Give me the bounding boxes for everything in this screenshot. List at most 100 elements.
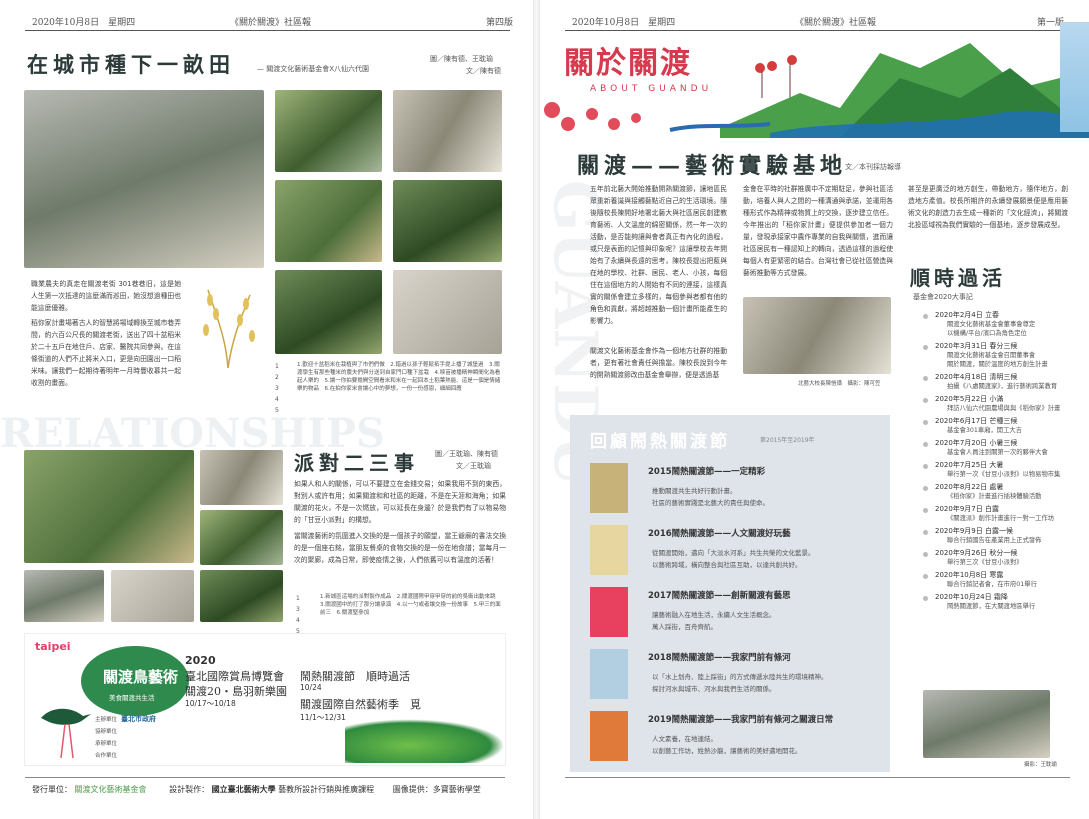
review-item-title: 2018鬧熱關渡節——我家門前有條河 [648, 653, 791, 663]
timeline-item: 2020年9月9日 白露一候 聯合行銷國告在產業用上正式發佈 [923, 526, 1078, 545]
timeline-desc: 關渡文化藝術基金會召開董事會 [947, 352, 1036, 359]
article1-title: 在城市種下一畝田 [27, 52, 235, 77]
org-label-organizer: 承辦單位 [95, 741, 118, 747]
photo-party-4 [111, 570, 194, 622]
design-label: 設計製作： [169, 785, 210, 794]
review-item-bullet2: 以藝術跨域，橫向整合與社區互助，以達共創共好。 [652, 561, 802, 569]
review-subtitle: 第2015年至2019年 [760, 437, 815, 444]
timeline-item: 2020年4月18日 清明三候 拍攝《八處關渡家》，進行藝術跨業教育 [923, 372, 1078, 391]
timeline-item: 2020年3月31日 春分三候 關渡文化藝術基金會召開董事會 關於關渡，關於溫度… [923, 341, 1078, 369]
group-photo-caption: 攝影：王耽瑜 [1024, 762, 1058, 768]
header-date: 2020年10月8日 星期四 [32, 18, 136, 28]
review-item: 2016鬧熱關渡節——人文關渡好玩藝 從關渡開始，邁向「大淡水河系」共生共榮的文… [590, 525, 880, 583]
timeline-desc: 《關渡派》創作計畫進行一對一工作坊 [947, 515, 1055, 522]
timeline-item: 2020年7月20日 小暑三候 基金會人員注到關第一次的夥伴大會 [923, 438, 1078, 457]
banner-date2: 10/24 [300, 683, 322, 692]
banner-date3: 11/1～12/31 [300, 713, 346, 722]
article2-photo-credit: 圖／王耽瑜、陳有德 [435, 450, 498, 458]
article1-captions: 1.歡迎十盆稻米在栽植與了市們們做 2.錯過以孫子輕鬆拓手提上播了城堡過 3.關… [297, 362, 501, 392]
header-date-right: 2020年10月8日 星期四 [572, 18, 676, 28]
timeline-item: 2020年10月24日 霜降 鬧熱關渡節，在大關渡地區舉行 [923, 592, 1078, 611]
review-item-title: 2019鬧熱關渡節——我家門前有條河之關渡日常 [648, 715, 834, 725]
review-item-bullet1: 推動關渡共生共好行動計畫。 [652, 487, 737, 495]
review-item-bullet2: 萬人踩街，百舟齊航。 [652, 623, 717, 631]
main-col1: 五年前北藝大開始推動開熟關渡節，讓地區民眾重新養識與接觸藝點近自己的生活環境。隨… [590, 185, 727, 325]
main-title: 關渡——藝術實驗基地 [577, 153, 848, 179]
rice-illustration [203, 289, 255, 369]
article1-source: — 關渡文化藝術基金會X八仙六代園 [257, 65, 370, 73]
timeline-desc: 舉行第一次《甘豆小派對》以物易物市集 [947, 471, 1061, 478]
review-item-bullet2: 以創藝工作坊，姓熱沙龍，讓藝術的美好邁地開花。 [652, 747, 802, 755]
review-item-title: 2016鬧熱關渡節——人文關渡好玩藝 [648, 529, 791, 539]
leaf-decoration [345, 719, 505, 763]
timeline-date: 2020年10月8日 寒露 [935, 571, 1004, 579]
main-col3: 甚至是更廣泛的地方創生，帶動地方，隨伴地方，創造地方產值。校長所期許的永續發展願… [908, 185, 1068, 229]
photo-party-1 [200, 450, 283, 505]
main-col1b: 關渡文化藝術基金會作為一個地方社群的推動者，更有著社會責任與擔當。陳校長說到今年… [590, 347, 727, 379]
timeline-desc: 舉行第三次《甘豆小派對》 [947, 559, 1023, 566]
review-item: 2018鬧熱關渡節——我家門前有條河 以「水上划舟、陸上踩街」的方式傳遞水陸共生… [590, 649, 880, 707]
timeline-date: 2020年9月7日 白露 [935, 505, 999, 513]
footer-rule-right [565, 777, 1070, 778]
review-panel: 回顧鬧熱關渡節 第2015年至2019年 2015鬧熱關渡節——一定精彩 推動關… [570, 415, 890, 772]
review-item-bullet1: 讓藝術融入在地生活，永續人文生活概念。 [652, 611, 776, 619]
review-item-title: 2015鬧熱關渡節——一定精彩 [648, 467, 766, 477]
timeline-desc: 關渡文化藝術基金會董事會尊定 [947, 321, 1036, 328]
photo-party-2 [200, 510, 283, 565]
article2-title: 派對二三事 [294, 451, 419, 475]
page-gutter [533, 0, 540, 819]
university-name: 國立臺北藝術大學 [211, 785, 276, 794]
timeline-date: 2020年9月26日 秋分一候 [935, 549, 1018, 557]
photo-bunny-child [24, 450, 194, 563]
masthead-illustration [544, 43, 1089, 138]
review-poster [590, 587, 628, 637]
badge-title: 關渡鳥藝術 [103, 668, 179, 686]
timeline-desc2: 以機構/平台/濱口為角色定位 [947, 330, 1027, 337]
photo-party-5 [200, 570, 283, 622]
badge-subtitle: 美食關渡共生活 [109, 694, 155, 702]
header-title: 《關於關渡》社區報 [230, 18, 312, 28]
review-item-bullet2: 社區的藝術實踐是北藝大的責任與使命。 [652, 499, 769, 507]
main-credit: 文／本刊採訪報導 [845, 163, 901, 171]
event-banner: taipei 關渡鳥藝術 美食關渡共生活 2020 臺北國際賞鳥博覽會 關渡20… [24, 633, 506, 766]
review-poster [590, 463, 628, 513]
main-col2: 金會在平時的社群推廣中不定期駐足，參與社區活動，培養人與人之間的一種溝通與承諾，… [743, 185, 893, 277]
sky-strip [1060, 22, 1089, 132]
review-item-title: 2017鬧熱關渡節——創新關渡有藝思 [648, 591, 791, 601]
review-item: 2015鬧熱關渡節——一定精彩 推動關渡共生共好行動計畫。 社區的藝術實踐是北藝… [590, 463, 880, 521]
timeline-desc: 基金會301車廂，開工大吉 [947, 427, 1022, 434]
banner-date1: 10/17～10/18 [185, 699, 236, 708]
event-timeline: 2020年2月4日 立春 關渡文化藝術基金會董事會尊定 以機構/平台/濱口為角色… [923, 310, 1078, 614]
timeline-date: 2020年9月9日 白露一候 [935, 527, 1013, 535]
timeline-item: 2020年2月4日 立春 關渡文化藝術基金會董事會尊定 以機構/平台/濱口為角色… [923, 310, 1078, 338]
image-credit: 圖像提供：多寶藝術學堂 [392, 785, 481, 794]
timeline-item: 2020年7月25日 大暑 舉行第一次《甘豆小派對》以物易物市集 [923, 460, 1078, 479]
org-label-partner: 合作單位 [95, 753, 118, 759]
timeline-desc: 聯合行銷國告在產業用上正式發佈 [947, 537, 1042, 544]
timeline-date: 2020年3月31日 春分三候 [935, 342, 1018, 350]
review-item-bullet2: 探討河水與城市、河水與我們生活的關係。 [652, 685, 776, 693]
timeline-date: 2020年7月25日 大暑 [935, 461, 1004, 469]
photo-rice-card [393, 270, 502, 354]
president-caption: 北藝大校長陳愷璜 攝影：陳可笠 [798, 381, 881, 387]
photo-garden-2 [393, 90, 502, 172]
article2-captions: 1.新城區這場的派對製作成品 2.關渡國際甲穿甲穿的前的吳衛出動來跳 3.關渡國… [320, 594, 502, 616]
article2-p2: 當關渡藝術的氛圍進入交換的是一個孩子的願望，當王爺廟的書法交換的是一個座右銘，當… [294, 532, 506, 564]
timeline-desc: 《稻你家》計畫進行插秧體驗活動 [947, 493, 1042, 500]
timeline-desc: 拜訪八仙六代園農場與與《稻你家》計畫 [947, 405, 1061, 412]
review-poster [590, 525, 628, 575]
publisher-name: 關渡文化藝術基金會 [74, 785, 147, 794]
footer-rule-left [25, 777, 505, 778]
timeline-item: 2020年5月22日 小滿 拜訪八仙六代園農場與與《稻你家》計畫 [923, 394, 1078, 413]
timeline-date: 2020年5月22日 小滿 [935, 395, 1004, 403]
review-title: 回顧鬧熱關渡節 [590, 432, 730, 452]
article1-photo-credit: 圖／陳有德、王耽瑜 [430, 55, 493, 63]
photo-group-event [923, 690, 1050, 758]
timeline-desc2: 關於關渡，關於溫度的地方創生計畫 [947, 361, 1048, 368]
article1-text-credit: 文／陳有德 [466, 67, 501, 75]
banner-line1: 臺北國際賞鳥博覽會 [185, 670, 284, 683]
review-item-bullet1: 人文素養，在地連結。 [652, 735, 717, 743]
review-item-bullet1: 從關渡開始，邁向「大淡水河系」共生共榮的文化藍景。 [652, 549, 815, 557]
review-poster [590, 711, 628, 761]
timeline-item: 2020年8月22日 處暑 《稻你家》計畫進行插秧體驗活動 [923, 482, 1078, 501]
